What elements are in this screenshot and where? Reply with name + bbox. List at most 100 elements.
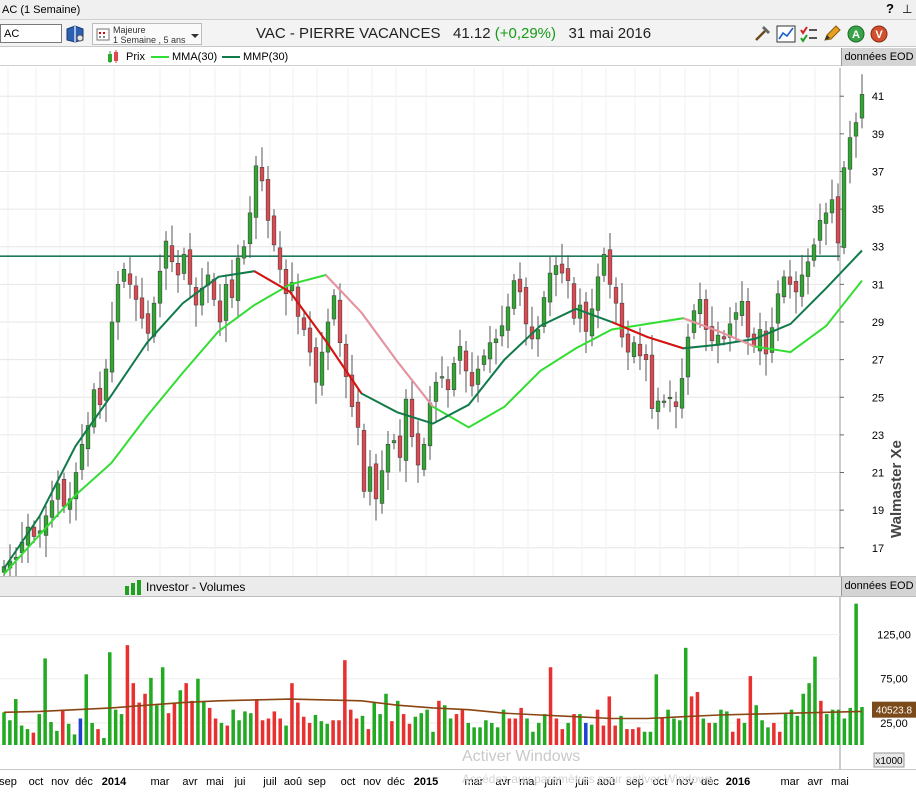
volume-bar — [501, 709, 506, 745]
candle-body — [475, 368, 481, 385]
candle-body — [823, 212, 829, 224]
price-tick-label: 29 — [872, 317, 884, 329]
alert-v-icon[interactable]: V — [868, 23, 890, 44]
volume-bar — [572, 714, 576, 745]
price-chart[interactable]: 17 19 21 23 25 27 29 31 33 35 37 39 41 — [0, 68, 916, 583]
candle-body — [859, 94, 865, 119]
candle-body — [265, 179, 271, 221]
period-selector[interactable]: Majeure 1 Semaine , 5 ans — [92, 23, 202, 45]
candle-body — [745, 301, 751, 338]
volume-bar — [13, 699, 18, 745]
volume-bar — [296, 702, 300, 745]
volume-bar — [425, 709, 429, 745]
candle-body — [427, 402, 433, 447]
volume-bar — [178, 690, 183, 745]
pencil-icon[interactable] — [821, 23, 843, 44]
volume-bar — [824, 714, 829, 745]
volume-bar — [683, 647, 688, 745]
volume-bar — [566, 722, 570, 745]
volume-bar — [842, 718, 847, 745]
price-legend: Prix MMA(30) MMP(30) données EOD — [0, 48, 916, 66]
volume-bar — [730, 731, 735, 745]
candle-body — [145, 313, 151, 334]
volume-bar — [601, 725, 606, 745]
volume-bar — [325, 723, 329, 745]
hammer-icon[interactable] — [752, 23, 774, 44]
volume-bar — [689, 696, 694, 745]
volume-bar — [113, 709, 118, 745]
candle-body — [481, 355, 487, 365]
volume-bar — [131, 683, 136, 745]
volume-bar — [537, 722, 541, 745]
time-axis-label: oct — [341, 776, 356, 788]
candle-body — [787, 276, 793, 285]
eod-badge-price: données EOD — [841, 48, 916, 66]
mma-line-swatch — [151, 56, 169, 58]
volume-legend: Investor - Volumes données EOD — [0, 576, 916, 597]
candle-body — [457, 346, 463, 361]
time-axis-label: 2016 — [726, 776, 750, 788]
volume-bar — [66, 723, 71, 745]
candle-body — [517, 278, 523, 293]
volume-bar — [72, 734, 77, 745]
volume-bar — [337, 720, 341, 745]
candle-body — [613, 287, 619, 304]
candle-body — [397, 435, 403, 458]
volume-chart[interactable]: 25,00 75,00 125,00 40523.8 x1000 — [0, 597, 916, 769]
price-tick-label: 25 — [872, 392, 884, 404]
time-axis-label: aoû — [284, 776, 302, 788]
volume-bar — [648, 731, 653, 745]
help-icon[interactable]: ? — [886, 1, 894, 16]
candle-body — [601, 253, 607, 276]
candle-body — [253, 165, 259, 218]
candle-body — [121, 269, 127, 282]
candle-body — [259, 167, 265, 182]
volume-bar — [725, 711, 729, 745]
candle-body — [139, 297, 145, 319]
checklist-icon[interactable] — [798, 23, 820, 44]
candle-body — [589, 308, 595, 337]
volume-bar — [8, 720, 12, 745]
volume-bar — [754, 705, 758, 745]
volume-bar — [584, 722, 588, 745]
volume-bar — [801, 693, 805, 745]
time-axis-label: sep — [0, 776, 17, 788]
volume-bar — [813, 656, 817, 745]
candle-body — [829, 199, 835, 214]
volume-bar — [531, 731, 535, 745]
volume-bar — [548, 667, 553, 745]
candle-body — [547, 272, 553, 303]
volume-bar — [31, 732, 36, 745]
chart-icon[interactable] — [775, 23, 797, 44]
candle-body — [301, 317, 307, 330]
time-axis-label: mai — [206, 776, 224, 788]
volume-bar — [454, 714, 459, 745]
volume-legend-label: Investor - Volumes — [146, 580, 246, 594]
candle-body — [421, 443, 427, 470]
volume-bar — [219, 722, 224, 745]
volume-last-value: 40523.8 — [876, 706, 913, 717]
book-icon[interactable] — [64, 23, 86, 44]
alert-a-icon[interactable]: A — [845, 23, 867, 44]
volume-panel[interactable]: 25,00 75,00 125,00 40523.8 x1000 — [0, 597, 916, 769]
candle-body — [241, 246, 247, 259]
volume-bar — [642, 731, 647, 745]
pin-icon[interactable]: ⊥ — [902, 2, 912, 16]
time-axis-label: mar — [781, 776, 800, 788]
volume-bar — [213, 718, 218, 745]
time-axis-label: jui — [233, 776, 245, 788]
volume-bar — [748, 676, 753, 745]
price-panel[interactable]: 17 19 21 23 25 27 29 31 33 35 37 39 41 Walmaster Xe — [0, 68, 916, 583]
volume-bar — [149, 677, 153, 745]
volume-bar — [678, 720, 682, 745]
candle-body — [439, 376, 445, 379]
volume-bar — [266, 718, 271, 745]
volume-bar — [742, 722, 747, 745]
volume-bar — [319, 721, 324, 745]
candle-body — [415, 433, 421, 466]
volume-bar — [713, 722, 717, 745]
candle-body — [31, 526, 37, 537]
volume-tick-label: 125,00 — [877, 630, 911, 642]
volume-bar — [360, 715, 365, 745]
symbol-input[interactable] — [0, 24, 62, 43]
